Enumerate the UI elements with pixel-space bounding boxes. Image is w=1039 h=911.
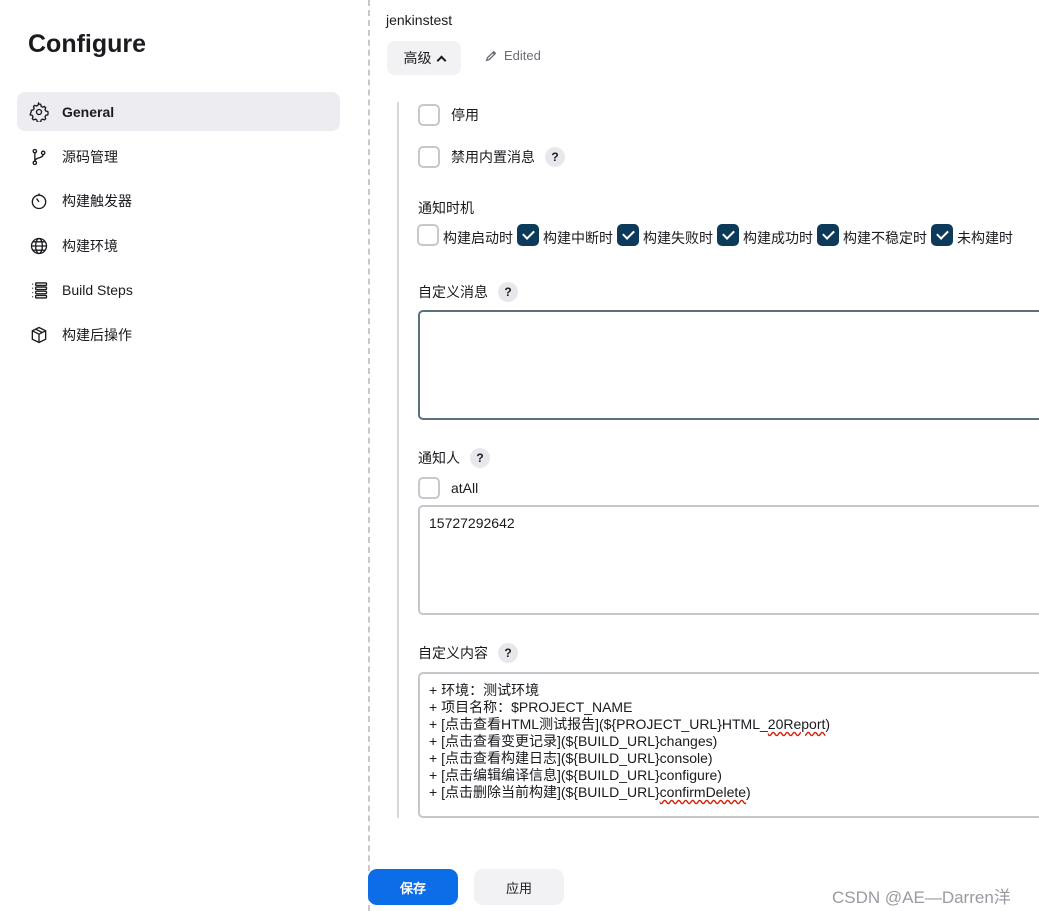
edited-label: Edited [504, 48, 541, 63]
watermark: CSDN @AE—Darren洋 [832, 888, 1011, 907]
job-name: jenkinstest [386, 12, 453, 28]
timing-label: 构建失败时 [643, 230, 713, 246]
timing-option-not-built[interactable]: 未构建时 [931, 224, 1013, 246]
timer-icon [28, 190, 50, 212]
content-line: + [点击查看构建日志](${BUILD_URL}console) [429, 750, 713, 766]
timing-option-unstable[interactable]: 构建不稳定时 [817, 224, 927, 246]
timing-checkbox-success[interactable] [717, 224, 739, 246]
content-line: + [点击编辑编译信息](${BUILD_URL}configure) [429, 767, 722, 783]
gear-icon [28, 101, 50, 123]
timing-option-abort[interactable]: 构建中断时 [517, 224, 613, 246]
globe-icon [28, 235, 50, 257]
timing-option-failure[interactable]: 构建失败时 [617, 224, 713, 246]
custom-message-input[interactable] [418, 310, 1039, 420]
chevron-up-icon [436, 55, 446, 65]
list-icon [28, 279, 50, 301]
timing-checkbox-start[interactable] [417, 224, 439, 246]
timing-checkbox-abort[interactable] [517, 224, 539, 246]
timing-checkbox-failure[interactable] [617, 224, 639, 246]
sidebar: Configure General 源码管理 构建触发器 构建环境 Build … [0, 0, 358, 911]
help-icon[interactable]: ? [545, 147, 565, 167]
footer-bar: 保存 应用 CSDN @AE—Darren洋 [368, 855, 1039, 911]
notify-timing-options: 构建启动时 构建中断时 构建失败时 构建成功时 构建不稳定时 未构建时 [417, 224, 1017, 246]
timing-label: 构建中断时 [543, 230, 613, 246]
help-icon[interactable]: ? [498, 282, 518, 302]
notify-people-input[interactable] [418, 505, 1039, 615]
custom-message-row: 自定义消息 ? [418, 282, 518, 302]
disable-builtin-msg-checkbox[interactable] [418, 146, 440, 168]
custom-content-label: 自定义内容 [418, 645, 488, 661]
help-icon[interactable]: ? [498, 643, 518, 663]
disable-label: 停用 [451, 107, 479, 123]
notify-people-label: 通知人 [418, 450, 460, 466]
notify-people-row: 通知人 ? [418, 448, 490, 468]
sidebar-item-build-steps[interactable]: Build Steps [17, 270, 340, 309]
content-line: + [点击查看HTML测试报告](${PROJECT_URL}HTML_20Re… [429, 716, 831, 732]
custom-content-input[interactable]: + 环境：测试环境 + 项目名称：$PROJECT_NAME + [点击查看HT… [418, 672, 1039, 818]
sidebar-item-source-control[interactable]: 源码管理 [17, 137, 340, 176]
timing-checkbox-unstable[interactable] [817, 224, 839, 246]
sidebar-item-build-triggers[interactable]: 构建触发器 [17, 181, 340, 220]
edited-indicator: Edited [484, 48, 541, 63]
branch-icon [28, 146, 50, 168]
custom-content-row: 自定义内容 ? [418, 643, 518, 663]
timing-option-start[interactable]: 构建启动时 [417, 224, 513, 246]
disable-builtin-msg-row: 禁用内置消息 ? [418, 146, 565, 168]
disable-checkbox[interactable] [418, 104, 440, 126]
sidebar-item-label: 构建后操作 [62, 326, 132, 343]
at-all-label: atAll [451, 480, 479, 496]
sidebar-item-label: General [62, 103, 115, 120]
sidebar-item-label: Build Steps [62, 281, 133, 298]
save-button[interactable]: 保存 [368, 869, 458, 905]
content-line: + 项目名称：$PROJECT_NAME [429, 699, 633, 715]
apply-button[interactable]: 应用 [474, 869, 564, 905]
timing-label: 构建成功时 [743, 230, 813, 246]
timing-label: 未构建时 [957, 230, 1013, 246]
at-all-row: atAll [418, 477, 478, 499]
content-line: + 环境：测试环境 [429, 682, 540, 698]
advanced-label: 高级 [403, 50, 432, 66]
config-form: jenkinstest 高级 Edited 停用 禁用内置消息 ? 通知时机 构… [368, 0, 1039, 911]
pencil-icon [485, 50, 497, 61]
sidebar-item-general[interactable]: General [17, 92, 340, 131]
timing-label: 构建不稳定时 [843, 230, 927, 246]
help-icon[interactable]: ? [470, 448, 490, 468]
sidebar-item-label: 源码管理 [62, 148, 118, 165]
timing-option-success[interactable]: 构建成功时 [717, 224, 813, 246]
package-icon [28, 324, 50, 346]
sidebar-item-build-environment[interactable]: 构建环境 [17, 226, 340, 265]
at-all-checkbox[interactable] [418, 477, 440, 499]
content-line: + [点击删除当前构建](${BUILD_URL}confirmDelete) [429, 784, 751, 800]
section-bar [397, 102, 399, 818]
sidebar-item-label: 构建环境 [62, 237, 118, 254]
timing-checkbox-not-built[interactable] [931, 224, 953, 246]
advanced-button[interactable]: 高级 [387, 41, 461, 75]
notify-timing-label: 通知时机 [418, 200, 474, 216]
disable-builtin-msg-label: 禁用内置消息 [451, 149, 535, 165]
sidebar-item-label: 构建触发器 [62, 192, 132, 209]
content-line: + [点击查看变更记录](${BUILD_URL}changes) [429, 733, 718, 749]
disable-row: 停用 [418, 104, 479, 126]
custom-message-label: 自定义消息 [418, 284, 488, 300]
timing-label: 构建启动时 [443, 230, 513, 246]
page-title: Configure [28, 30, 147, 58]
sidebar-item-post-build[interactable]: 构建后操作 [17, 315, 340, 354]
